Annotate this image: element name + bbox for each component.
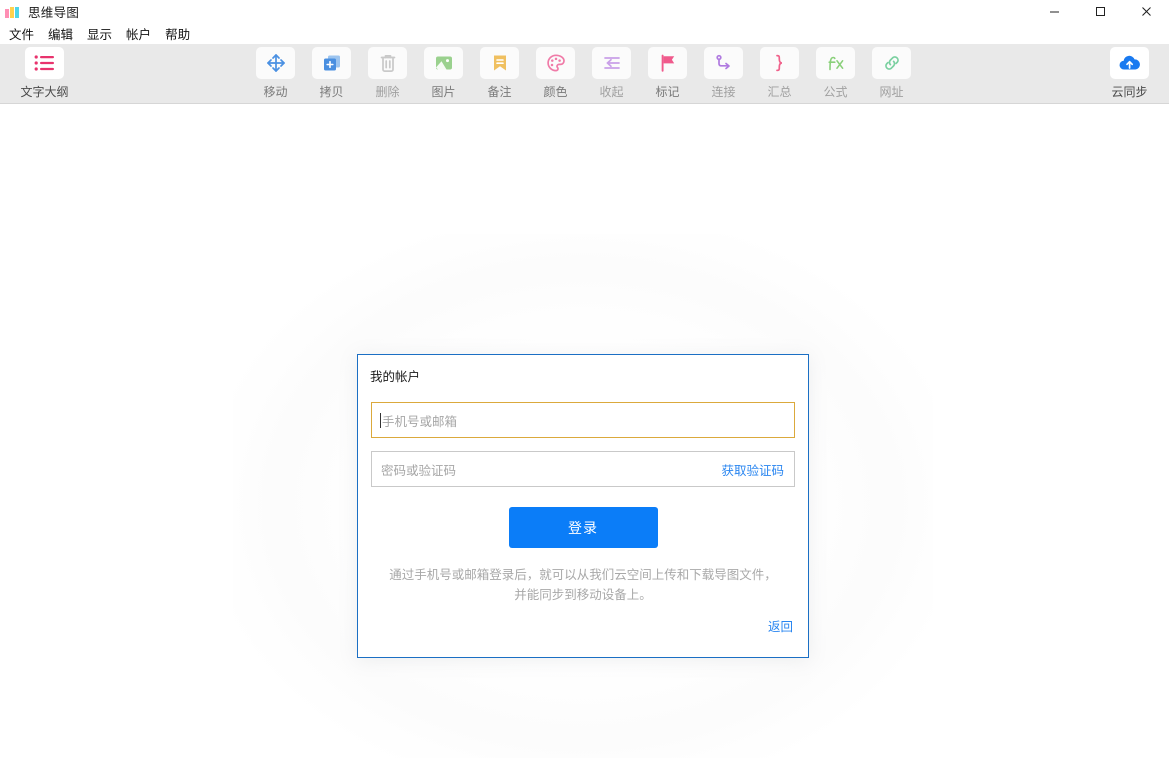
toolbar-button-collapse[interactable]: 收起 <box>589 47 634 100</box>
menu-item-edit[interactable]: 编辑 <box>41 22 80 45</box>
toolbar-label-image: 图片 <box>431 83 455 100</box>
menu-item-help[interactable]: 帮助 <box>158 22 197 45</box>
toolbar-label-marker: 标记 <box>655 83 679 100</box>
toolbar-label-formula: 公式 <box>823 83 847 100</box>
back-link[interactable]: 返回 <box>768 616 793 635</box>
text-caret <box>380 413 381 428</box>
mindmap-canvas[interactable]: 我的帐户 手机号或邮箱 密码或验证码 获取验证码 登录 通过手机号或邮箱登录后，… <box>0 104 1169 758</box>
toolbar-label-delete: 删除 <box>375 83 399 100</box>
cloud-upload-icon <box>1118 53 1142 73</box>
get-verification-code-link[interactable]: 获取验证码 <box>721 460 784 479</box>
username-placeholder: 手机号或邮箱 <box>382 411 457 430</box>
toolbar-button-note[interactable]: 备注 <box>477 47 522 100</box>
toolbar-button-connect[interactable]: 连接 <box>701 47 746 100</box>
toolbar-label-connect: 连接 <box>711 83 735 100</box>
toolbar-label-color: 颜色 <box>543 83 567 100</box>
title-bar: 思维导图 <box>0 0 1169 22</box>
note-bookmark-icon <box>489 52 511 74</box>
toolbar-button-formula[interactable]: 公式 <box>813 47 858 100</box>
menu-item-view[interactable]: 显示 <box>80 22 119 45</box>
link-chain-icon <box>881 52 903 74</box>
username-input[interactable]: 手机号或邮箱 <box>371 402 795 438</box>
connect-arrow-icon <box>713 52 735 74</box>
window-controls <box>1031 0 1169 22</box>
toolbar-left-group: 文字大纲 <box>0 47 67 100</box>
formula-fx-icon <box>825 52 847 74</box>
toolbar-label-copy: 拷贝 <box>319 83 343 100</box>
move-arrows-icon <box>265 52 287 74</box>
summary-brace-icon <box>769 52 791 74</box>
toolbar-label-collapse: 收起 <box>599 83 623 100</box>
toolbar-label-url: 网址 <box>879 83 903 100</box>
toolbar-button-delete[interactable]: 删除 <box>365 47 410 100</box>
flag-marker-icon <box>657 52 679 74</box>
toolbar-label-summary: 汇总 <box>767 83 791 100</box>
image-picture-icon <box>433 52 455 74</box>
toolbar-button-copy[interactable]: 拷贝 <box>309 47 354 100</box>
bulleted-list-icon <box>34 54 56 72</box>
toolbar-button-color[interactable]: 颜色 <box>533 47 578 100</box>
toolbar-button-move[interactable]: 移动 <box>253 47 298 100</box>
maximize-button[interactable] <box>1077 0 1123 22</box>
toolbar-label-note: 备注 <box>487 83 511 100</box>
menu-item-account[interactable]: 帐户 <box>119 22 158 45</box>
password-placeholder: 密码或验证码 <box>381 460 456 479</box>
login-hint-text: 通过手机号或邮箱登录后，就可以从我们云空间上传和下载导图文件，并能同步到移动设备… <box>385 565 781 605</box>
mindmap-logo-icon <box>5 5 21 18</box>
copy-pages-plus-icon <box>321 52 343 74</box>
toolbar-center-group: 移动 拷贝 <box>253 47 914 100</box>
toolbar-button-marker[interactable]: 标记 <box>645 47 690 100</box>
app-title: 思维导图 <box>28 2 79 21</box>
toolbar-button-summary[interactable]: 汇总 <box>757 47 802 100</box>
palette-icon <box>545 52 567 74</box>
minimize-icon <box>1049 6 1060 17</box>
toolbar-button-cloud-sync[interactable]: 云同步 <box>1107 47 1152 100</box>
toolbar-label-outline: 文字大纲 <box>21 83 69 100</box>
menu-item-file[interactable]: 文件 <box>2 22 41 45</box>
account-login-dialog: 我的帐户 手机号或邮箱 密码或验证码 获取验证码 登录 通过手机号或邮箱登录后，… <box>357 354 809 658</box>
dialog-title: 我的帐户 <box>370 366 808 385</box>
toolbar-label-move: 移动 <box>263 83 287 100</box>
minimize-button[interactable] <box>1031 0 1077 22</box>
password-input[interactable]: 密码或验证码 获取验证码 <box>371 451 795 487</box>
trash-bin-icon <box>377 52 399 74</box>
toolbar-label-cloud-sync: 云同步 <box>1111 83 1147 100</box>
toolbar-right-group: 云同步 <box>1107 47 1152 100</box>
maximize-icon <box>1095 6 1106 17</box>
collapse-left-icon <box>601 52 623 74</box>
login-button[interactable]: 登录 <box>509 507 658 548</box>
close-button[interactable] <box>1123 0 1169 22</box>
toolbar-button-outline[interactable]: 文字大纲 <box>22 47 67 100</box>
toolbar: 文字大纲 移动 <box>0 44 1169 104</box>
toolbar-button-image[interactable]: 图片 <box>421 47 466 100</box>
close-icon <box>1141 6 1152 17</box>
menu-bar: 文件 编辑 显示 帐户 帮助 <box>0 22 1169 44</box>
toolbar-button-url[interactable]: 网址 <box>869 47 914 100</box>
